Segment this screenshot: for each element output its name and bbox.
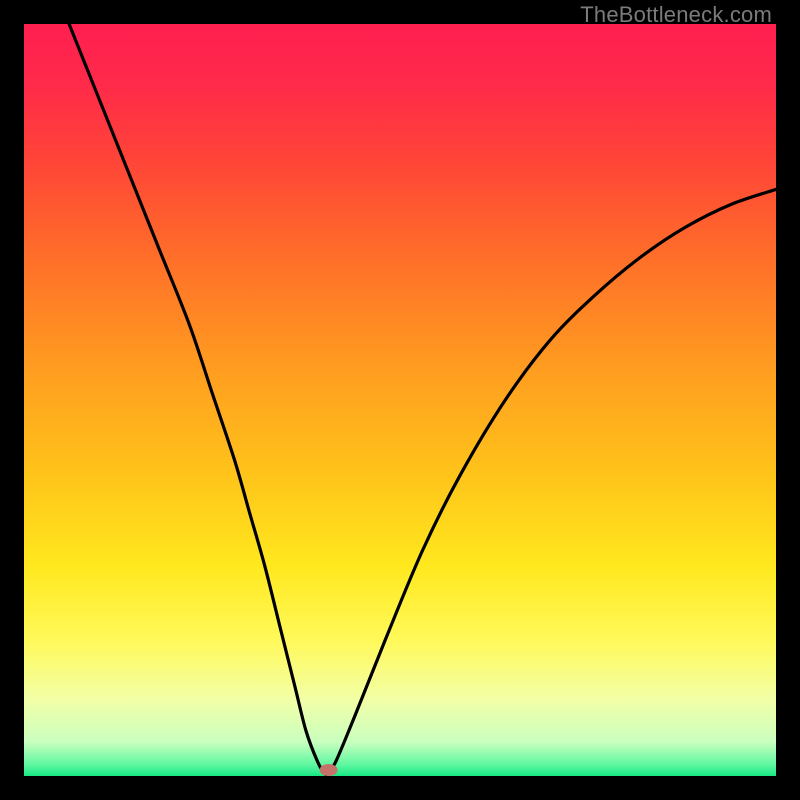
bottleneck-chart [24, 24, 776, 776]
optimal-marker [320, 764, 338, 776]
gradient-background [24, 24, 776, 776]
watermark-text: TheBottleneck.com [580, 2, 772, 28]
chart-frame [24, 24, 776, 776]
